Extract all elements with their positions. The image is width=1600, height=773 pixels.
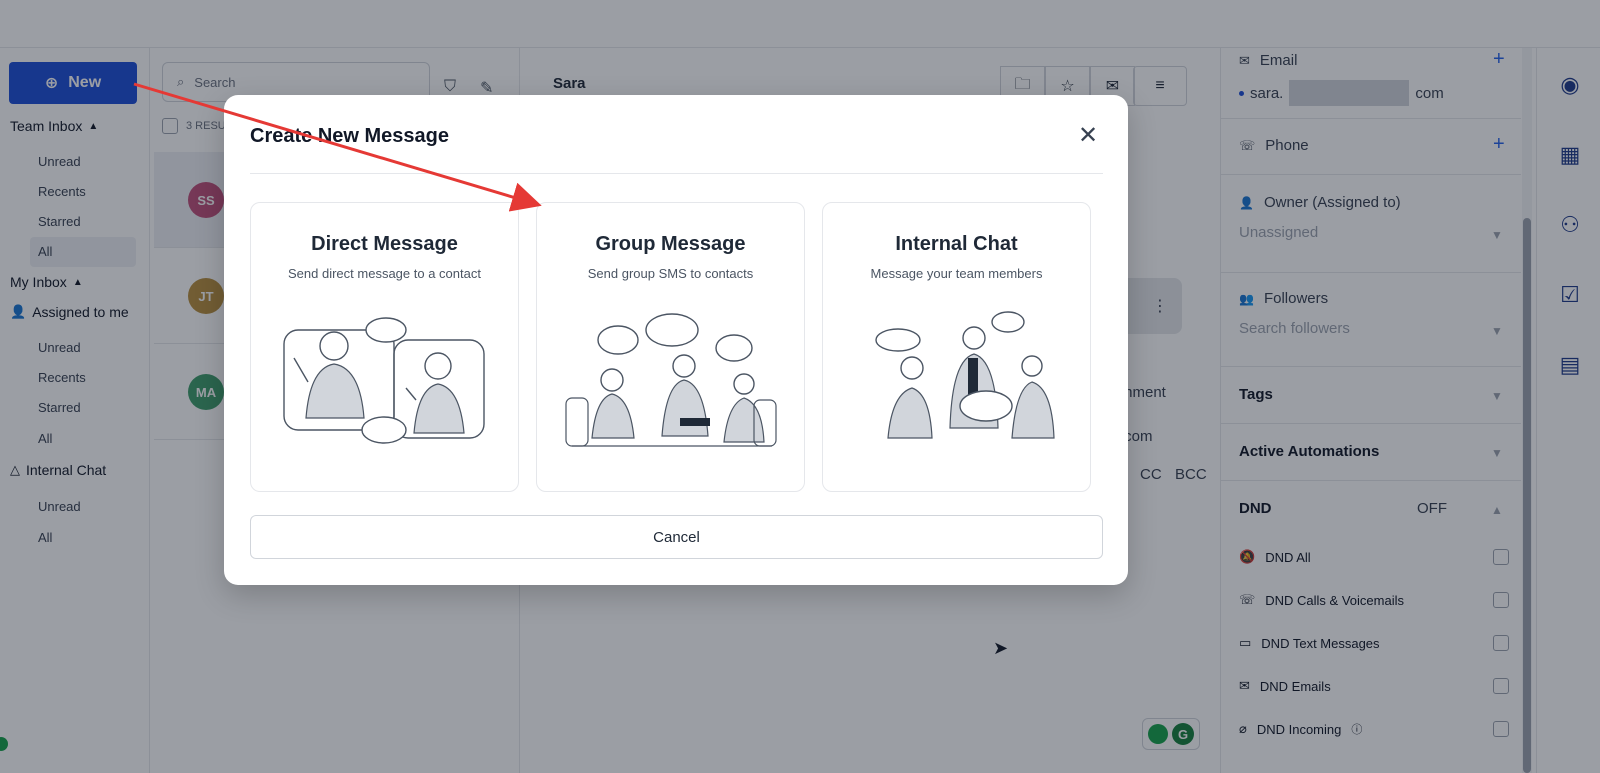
group-message-illustration xyxy=(565,313,777,447)
internal-chat-card[interactable]: Internal Chat Message your team members xyxy=(822,202,1091,492)
modal-divider xyxy=(250,173,1103,174)
card-title: Direct Message xyxy=(311,233,458,255)
internal-chat-illustration xyxy=(875,311,1055,439)
direct-message-illustration xyxy=(283,317,485,444)
card-title: Group Message xyxy=(595,233,746,255)
card-title: Internal Chat xyxy=(895,233,1018,255)
direct-message-card[interactable]: Direct Message Send direct message to a … xyxy=(250,202,519,492)
card-subtitle: Message your team members xyxy=(870,266,1043,281)
create-message-modal: Create New Message ✕ Direct Message Send… xyxy=(224,95,1128,585)
card-subtitle: Send group SMS to contacts xyxy=(587,266,754,281)
mouse-cursor-icon: ➤ xyxy=(993,638,1009,658)
modal-title: Create New Message xyxy=(250,125,449,147)
close-icon[interactable]: ✕ xyxy=(1076,122,1100,149)
card-subtitle: Send direct message to a contact xyxy=(288,266,481,281)
cancel-button[interactable]: Cancel xyxy=(250,515,1103,559)
group-message-card[interactable]: Group Message Send group SMS to contacts xyxy=(536,202,805,492)
